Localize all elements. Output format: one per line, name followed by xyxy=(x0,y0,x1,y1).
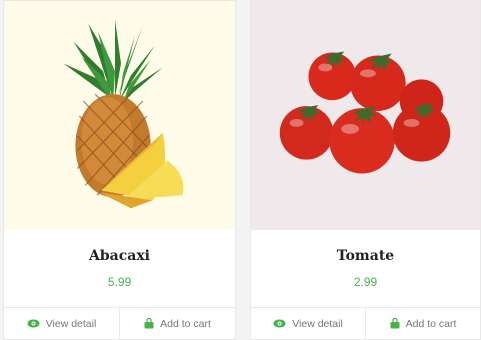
view-detail-button[interactable]: View detail xyxy=(4,308,119,339)
add-to-cart-label: Add to cart xyxy=(405,317,457,330)
shopping-bag-icon xyxy=(390,318,400,329)
product-price: 2.99 xyxy=(353,275,378,289)
pineapple-image xyxy=(63,19,184,209)
product-name[interactable]: Abacaxi xyxy=(4,248,235,264)
product-card[interactable]: Abacaxi 5.99 View detail Add to cart xyxy=(3,0,236,340)
product-name[interactable]: Tomate xyxy=(251,248,480,264)
product-price: 5.99 xyxy=(107,275,132,289)
add-to-cart-label: Add to cart xyxy=(160,317,211,330)
tomatoes-image xyxy=(279,51,451,174)
shopping-bag-icon xyxy=(144,318,154,329)
view-detail-label: View detail xyxy=(292,317,343,330)
product-grid: Abacaxi 5.99 View detail Add to cart Tom… xyxy=(0,0,481,340)
view-detail-button[interactable]: View detail xyxy=(251,308,365,339)
product-card[interactable]: Tomate 2.99 View detail Add to cart xyxy=(250,0,481,340)
view-detail-label: View detail xyxy=(45,317,97,330)
product-image[interactable] xyxy=(251,1,480,230)
eye-icon xyxy=(27,319,40,328)
eye-icon xyxy=(273,319,286,328)
add-to-cart-button[interactable]: Add to cart xyxy=(365,308,480,339)
product-image[interactable] xyxy=(4,1,235,230)
add-to-cart-button[interactable]: Add to cart xyxy=(119,308,235,339)
product-actions: View detail Add to cart xyxy=(4,307,235,339)
product-actions: View detail Add to cart xyxy=(251,307,480,339)
